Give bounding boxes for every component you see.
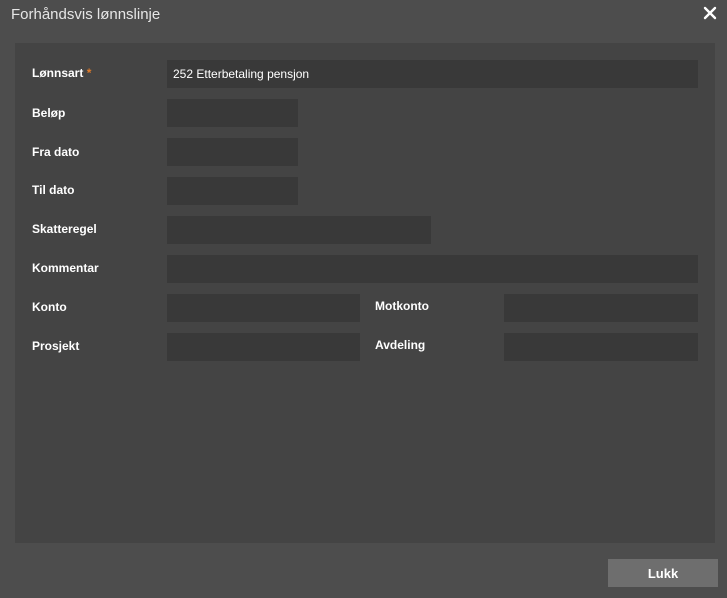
- til-dato-label: Til dato: [32, 183, 75, 197]
- dialog-title: Forhåndsvis lønnslinje: [11, 6, 161, 23]
- fra-dato-input[interactable]: [167, 138, 298, 166]
- belop-label: Beløp: [32, 106, 66, 120]
- motkonto-input[interactable]: [504, 294, 698, 322]
- prosjekt-label: Prosjekt: [32, 339, 80, 353]
- skatteregel-input[interactable]: [167, 216, 431, 244]
- skatteregel-label: Skatteregel: [32, 222, 97, 236]
- close-button[interactable]: Lukk: [608, 559, 718, 587]
- kommentar-input[interactable]: [167, 255, 698, 283]
- konto-input[interactable]: [167, 294, 360, 322]
- lonnsart-input[interactable]: [167, 60, 698, 88]
- lonnsart-label: Lønnsart *: [32, 66, 91, 80]
- kommentar-label: Kommentar: [32, 261, 99, 275]
- belop-input[interactable]: [167, 99, 298, 127]
- required-marker: *: [86, 66, 92, 80]
- lonnsart-label-text: Lønnsart: [32, 66, 84, 80]
- avdeling-input[interactable]: [504, 333, 698, 361]
- dialog-titlebar: Forhåndsvis lønnslinje: [0, 0, 727, 30]
- avdeling-label: Avdeling: [375, 338, 426, 352]
- form-panel: [15, 43, 715, 543]
- motkonto-label: Motkonto: [375, 299, 429, 313]
- konto-label: Konto: [32, 300, 67, 314]
- fra-dato-label: Fra dato: [32, 145, 80, 159]
- prosjekt-input[interactable]: [167, 333, 360, 361]
- close-icon[interactable]: [702, 5, 718, 21]
- til-dato-input[interactable]: [167, 177, 298, 205]
